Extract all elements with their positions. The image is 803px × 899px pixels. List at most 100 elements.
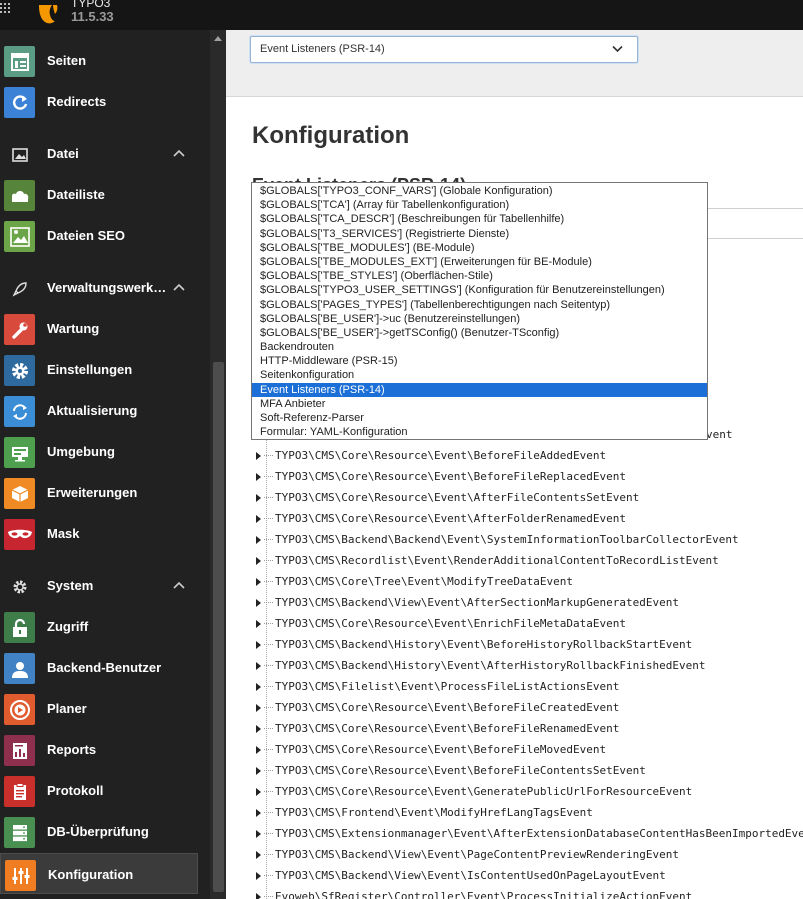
sidebar-item-protokoll[interactable]: Protokoll [0,770,210,811]
sidebar-item-planer[interactable]: Planer [0,688,210,729]
expand-triangle-icon[interactable] [256,872,261,880]
dropdown-option[interactable]: $GLOBALS['PAGES_TYPES'] (Tabellenberecht… [252,298,707,312]
typo3-logo-icon[interactable] [36,2,60,26]
sidebar-item-umgebung[interactable]: Umgebung [0,431,210,472]
dropdown-option[interactable]: $GLOBALS['TYPO3_CONF_VARS'] (Globale Kon… [252,184,707,198]
chevron-up-icon[interactable] [172,579,186,593]
dropdown-option[interactable]: $GLOBALS['TBE_STYLES'] (Oberflächen-Stil… [252,269,707,283]
sidebar-group-datei[interactable]: Datei [0,133,210,174]
sidebar-item-label: Redirects [47,94,107,109]
config-type-select[interactable]: Event Listeners (PSR-14) [250,36,638,63]
sidebar-item-label: Dateien SEO [47,228,126,243]
sidebar-item-dateien-seo[interactable]: Dateien SEO [0,215,210,256]
sidebar-group-label: System [47,578,94,593]
module-menu-grid-icon[interactable] [0,3,14,17]
dropdown-option[interactable]: $GLOBALS['TBE_MODULES_EXT'] (Erweiterung… [252,255,707,269]
sidebar-item-reports[interactable]: Reports [0,729,210,770]
sidebar-item-backend-benutzer[interactable]: Backend-Benutzer [0,647,210,688]
sidebar-scrollbar-thumb[interactable] [213,362,224,892]
tree-row[interactable]: TYPO3\CMS\Backend\View\Event\PageContent… [256,844,803,865]
chevron-up-icon[interactable] [172,147,186,161]
page-title: Konfiguration [252,122,410,149]
chevron-up-icon[interactable] [172,281,186,295]
tree-row[interactable]: TYPO3\CMS\Recordlist\Event\RenderAdditio… [256,550,803,571]
expand-triangle-icon[interactable] [256,578,261,586]
dropdown-option[interactable]: $GLOBALS['BE_USER']->getTSConfig() (Benu… [252,326,707,340]
tree-row[interactable]: TYPO3\CMS\Core\Resource\Event\AfterFileC… [256,487,803,508]
expand-triangle-icon[interactable] [256,494,261,502]
tree-row[interactable]: TYPO3\CMS\Extensionmanager\Event\AfterEx… [256,823,803,844]
expand-triangle-icon[interactable] [256,746,261,754]
sidebar-item-redirects[interactable]: Redirects [0,81,210,122]
tree-row[interactable]: TYPO3\CMS\Core\Resource\Event\GeneratePu… [256,781,803,802]
sidebar-item-erweiterungen[interactable]: Erweiterungen [0,472,210,513]
expand-triangle-icon[interactable] [256,599,261,607]
dropdown-option[interactable]: $GLOBALS['TBE_MODULES'] (BE-Module) [252,241,707,255]
dropdown-option[interactable]: $GLOBALS['TCA'] (Array für Tabellenkonfi… [252,198,707,212]
dropdown-option[interactable]: Seitenkonfiguration [252,368,707,382]
tree-row[interactable]: TYPO3\CMS\Backend\History\Event\AfterHis… [256,655,803,676]
expand-triangle-icon[interactable] [256,683,261,691]
expand-triangle-icon[interactable] [256,620,261,628]
expand-triangle-icon[interactable] [256,662,261,670]
sidebar-item-zugriff[interactable]: Zugriff [0,606,210,647]
expand-triangle-icon[interactable] [256,725,261,733]
tree-row[interactable]: TYPO3\CMS\Backend\View\Event\AfterSectio… [256,592,803,613]
refresh-icon [4,396,35,427]
sidebar-item-db-ueberpruefung[interactable]: DB-Überprüfung [0,811,210,852]
dropdown-option-selected[interactable]: Event Listeners (PSR-14) [252,382,707,397]
sidebar-group-label: Datei [47,146,79,161]
tree-row-label: TYPO3\CMS\Core\Tree\Event\ModifyTreeData… [275,575,574,588]
dropdown-option[interactable]: $GLOBALS['TCA_DESCR'] (Beschreibungen fü… [252,212,707,226]
tree-row[interactable]: TYPO3\CMS\Core\Resource\Event\BeforeFile… [256,466,803,487]
tree-row[interactable]: Evoweb\SfRegister\Controller\Event\Proce… [256,886,803,899]
sidebar-item-einstellungen[interactable]: Einstellungen [0,349,210,390]
dropdown-option[interactable]: $GLOBALS['TYPO3_USER_SETTINGS'] (Konfigu… [252,283,707,297]
expand-triangle-icon[interactable] [256,830,261,838]
tree-row[interactable]: TYPO3\CMS\Backend\History\Event\BeforeHi… [256,634,803,655]
config-type-dropdown-list[interactable]: $GLOBALS['TYPO3_CONF_VARS'] (Globale Kon… [251,182,708,440]
sidebar-item-dateiliste[interactable]: Dateiliste [0,174,210,215]
dropdown-option[interactable]: Soft-Referenz-Parser [252,411,707,425]
tree-row[interactable]: TYPO3\CMS\Core\Resource\Event\BeforeFile… [256,739,803,760]
expand-triangle-icon[interactable] [256,557,261,565]
tree-row[interactable]: TYPO3\CMS\Filelist\Event\ProcessFileList… [256,676,803,697]
expand-triangle-icon[interactable] [256,515,261,523]
expand-triangle-icon[interactable] [256,641,261,649]
sidebar-group-system[interactable]: System [0,565,210,606]
tree-row[interactable]: TYPO3\CMS\Core\Resource\Event\BeforeFile… [256,445,803,466]
expand-triangle-icon[interactable] [256,893,261,899]
expand-triangle-icon[interactable] [256,452,261,460]
sidebar-item-wartung[interactable]: Wartung [0,308,210,349]
tree-row-label: TYPO3\CMS\Core\Resource\Event\EnrichFile… [275,617,626,630]
dropdown-option[interactable]: MFA Anbieter [252,397,707,411]
scroll-up-arrow-icon[interactable] [213,34,223,42]
expand-triangle-icon[interactable] [256,809,261,817]
expand-triangle-icon[interactable] [256,851,261,859]
tree-row[interactable]: TYPO3\CMS\Core\Resource\Event\BeforeFile… [256,760,803,781]
sidebar-item-seiten[interactable]: Seiten [0,40,210,81]
tree-row[interactable]: TYPO3\CMS\Core\Resource\Event\AfterFolde… [256,508,803,529]
tree-row[interactable]: TYPO3\CMS\Core\Tree\Event\ModifyTreeData… [256,571,803,592]
expand-triangle-icon[interactable] [256,536,261,544]
sidebar-item-konfiguration[interactable]: Konfiguration [0,853,198,894]
dropdown-option[interactable]: Formular: YAML-Konfiguration [252,425,707,439]
sidebar-item-aktualisierung[interactable]: Aktualisierung [0,390,210,431]
sidebar-item-mask[interactable]: Mask [0,513,210,554]
dropdown-option[interactable]: $GLOBALS['T3_SERVICES'] (Registrierte Di… [252,227,707,241]
sidebar-group-verwaltungswerkzeuge[interactable]: Verwaltungswerk… [0,267,210,308]
tree-row[interactable]: TYPO3\CMS\Core\Resource\Event\BeforeFile… [256,697,803,718]
expand-triangle-icon[interactable] [256,767,261,775]
sidebar-item-label: Planer [47,701,87,716]
tree-row[interactable]: TYPO3\CMS\Frontend\Event\ModifyHrefLangT… [256,802,803,823]
tree-row[interactable]: TYPO3\CMS\Backend\View\Event\IsContentUs… [256,865,803,886]
tree-row[interactable]: TYPO3\CMS\Core\Resource\Event\BeforeFile… [256,718,803,739]
expand-triangle-icon[interactable] [256,473,261,481]
dropdown-option[interactable]: HTTP-Middleware (PSR-15) [252,354,707,368]
tree-row[interactable]: TYPO3\CMS\Core\Resource\Event\EnrichFile… [256,613,803,634]
expand-triangle-icon[interactable] [256,704,261,712]
tree-row[interactable]: TYPO3\CMS\Backend\Backend\Event\SystemIn… [256,529,803,550]
expand-triangle-icon[interactable] [256,788,261,796]
dropdown-option[interactable]: $GLOBALS['BE_USER']->uc (Benutzereinstel… [252,312,707,326]
dropdown-option[interactable]: Backendrouten [252,340,707,354]
